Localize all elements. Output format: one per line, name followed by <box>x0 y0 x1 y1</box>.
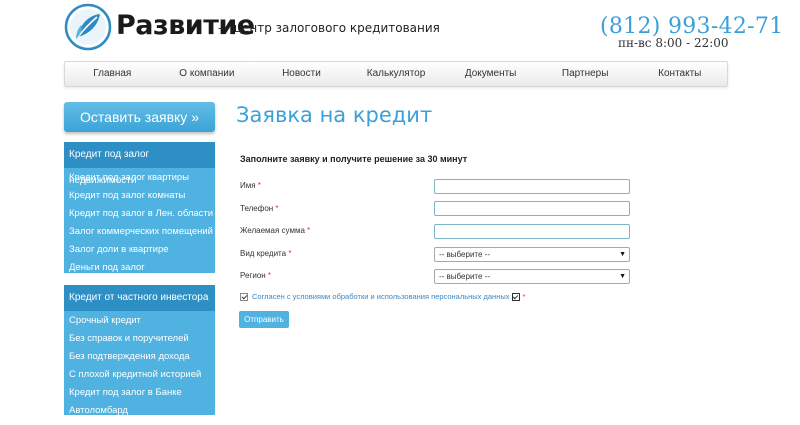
sidebar-item-money[interactable]: Деньги под залог <box>64 259 215 277</box>
region-select[interactable]: -- выберите -- ▼ <box>434 269 630 284</box>
nav-item-calculator[interactable]: Калькулятор <box>349 62 444 86</box>
region-label: Регион * <box>240 271 272 280</box>
submit-button[interactable]: Отправить <box>239 311 289 328</box>
caret-down-icon: ▼ <box>619 273 626 280</box>
checkmark-box-icon <box>512 292 521 301</box>
sidebar-group-title[interactable]: Кредит от частного инвестора <box>64 285 215 311</box>
nav-item-home[interactable]: Главная <box>65 62 160 86</box>
brand-tagline: — центр залогового кредитования <box>218 21 440 35</box>
caret-down-icon: ▼ <box>619 251 626 258</box>
amount-label: Желаемая сумма * <box>240 226 311 235</box>
nav-item-documents[interactable]: Документы <box>443 62 538 86</box>
sidebar-group-title[interactable]: Кредит под залог недвижимости <box>64 142 215 186</box>
logo-leaf-icon[interactable] <box>64 3 112 51</box>
sidebar-group-real-estate: Кредит под залог недвижимости Кредит под… <box>64 142 215 273</box>
sidebar-group-private-investor: Кредит от частного инвестора Срочный кре… <box>64 285 215 416</box>
nav-item-about[interactable]: О компании <box>160 62 255 86</box>
sidebar-item-no-income-proof[interactable]: Без подтверждения дохода <box>64 348 215 366</box>
site-header: Развитие — центр залогового кредитования… <box>0 0 800 56</box>
nav-item-news[interactable]: Новости <box>254 62 349 86</box>
sidebar-item-no-docs[interactable]: Без справок и поручителей <box>64 330 215 348</box>
main-nav: Главная О компании Новости Калькулятор Д… <box>64 61 728 87</box>
working-hours: пн-вс 8:00 - 22:00 <box>618 36 729 50</box>
credit-type-label: Вид кредита * <box>240 249 292 258</box>
consent-checkbox[interactable] <box>240 292 248 301</box>
name-label: Имя * <box>240 181 261 190</box>
consent-link[interactable]: Согласен с условиями обработки и использ… <box>252 292 509 301</box>
page-title: Заявка на кредит <box>236 103 433 127</box>
consent-row: Согласен с условиями обработки и использ… <box>240 292 525 301</box>
sidebar-item-share[interactable]: Залог доли в квартире <box>64 241 215 259</box>
sidebar-item-bad-history[interactable]: С плохой кредитной историей <box>64 366 215 384</box>
amount-input[interactable] <box>434 224 630 239</box>
sidebar-item-room[interactable]: Кредит под залог комнаты <box>64 187 215 205</box>
sidebar-item-len-oblast[interactable]: Кредит под залог в Лен. области <box>64 205 215 223</box>
form-heading: Заполните заявку и получите решение за 3… <box>240 154 468 164</box>
name-input[interactable] <box>434 179 630 194</box>
phone-input[interactable] <box>434 201 630 216</box>
phone-label: Телефон * <box>240 204 279 213</box>
nav-item-partners[interactable]: Партнеры <box>538 62 633 86</box>
sidebar-item-urgent[interactable]: Срочный кредит <box>64 312 215 330</box>
apply-button[interactable]: Оставить заявку » <box>64 102 215 132</box>
credit-type-select[interactable]: -- выберите -- ▼ <box>434 247 630 262</box>
sidebar-item-bank[interactable]: Кредит под залог в Банке <box>64 384 215 402</box>
required-mark: * <box>522 292 526 301</box>
sidebar-item-auto-pawn[interactable]: Автоломбард <box>64 402 215 420</box>
sidebar-item-commercial[interactable]: Залог коммерческих помещений <box>64 223 215 241</box>
sidebar-item-apartment[interactable]: Кредит под залог квартиры <box>64 169 215 187</box>
nav-item-contacts[interactable]: Контакты <box>632 62 727 86</box>
